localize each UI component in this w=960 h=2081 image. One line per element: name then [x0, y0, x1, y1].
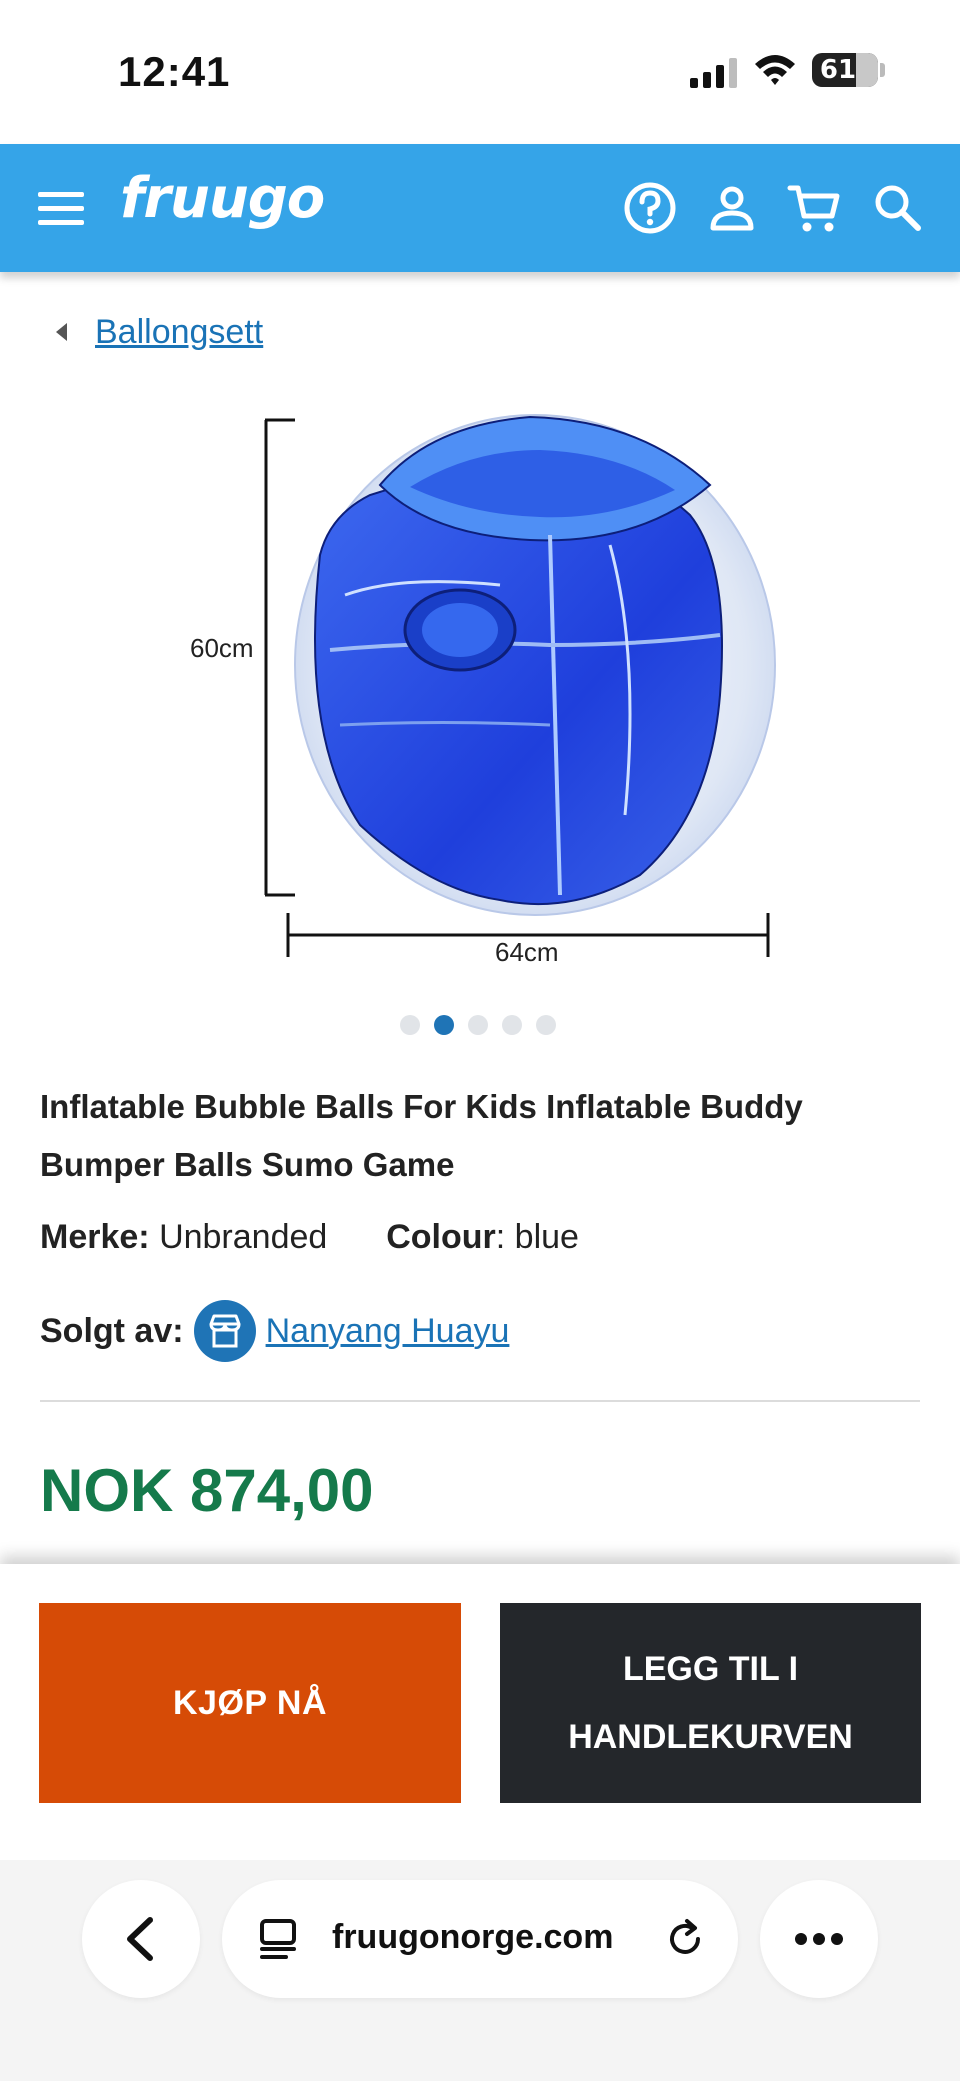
- carousel-dot[interactable]: [400, 1015, 420, 1035]
- more-icon: [795, 1933, 843, 1945]
- search-icon[interactable]: [870, 180, 926, 236]
- menu-icon[interactable]: [38, 188, 84, 228]
- colour-label: Colour: [386, 1218, 496, 1256]
- url-text[interactable]: fruugonorge.com: [332, 1918, 613, 1957]
- tab-overview-icon[interactable]: [256, 1916, 302, 1962]
- product-title: Inflatable Bubble Balls For Kids Inflata…: [40, 1088, 803, 1183]
- colour-value: blue: [514, 1218, 579, 1256]
- breadcrumb[interactable]: Ballongsett: [56, 310, 263, 354]
- carousel-dot[interactable]: [502, 1015, 522, 1035]
- help-icon[interactable]: [622, 180, 678, 236]
- page: 12:41 61 fruugo Ballongsett 60cm 64cm In…: [0, 0, 960, 2081]
- account-icon[interactable]: [704, 180, 760, 236]
- seller-label: Solgt av:: [40, 1311, 184, 1350]
- product-attributes: Merke: Unbranded Colour: blue: [40, 1218, 579, 1256]
- divider: [40, 1400, 920, 1402]
- status-bar: 12:41 61: [0, 0, 960, 144]
- signal-icon: [690, 58, 737, 88]
- carousel-dots[interactable]: [400, 1015, 556, 1035]
- brand-label: Merke:: [40, 1218, 150, 1256]
- carousel-dot[interactable]: [468, 1015, 488, 1035]
- seller-row: Solgt av: Nanyang Huayu: [40, 1300, 509, 1362]
- product-image[interactable]: 60cm 64cm: [170, 395, 790, 975]
- site-header: fruugo: [0, 144, 960, 272]
- add-to-cart-button[interactable]: LEGG TIL I HANDLEKURVEN: [500, 1603, 921, 1803]
- brand-value: Unbranded: [159, 1218, 328, 1256]
- buy-now-button[interactable]: KJØP NÅ: [39, 1603, 461, 1803]
- cart-icon[interactable]: [786, 180, 842, 236]
- address-bar[interactable]: fruugonorge.com: [222, 1880, 738, 1998]
- seller-link[interactable]: Nanyang Huayu: [266, 1312, 510, 1351]
- more-button[interactable]: [760, 1880, 878, 1998]
- height-dimension-label: 60cm: [190, 633, 254, 663]
- wifi-icon: [755, 55, 795, 85]
- browser-toolbar: fruugonorge.com: [0, 1860, 960, 2081]
- fruugo-logo[interactable]: fruugo: [120, 166, 325, 231]
- product-price: NOK 874,00: [40, 1457, 374, 1524]
- battery-level: 61: [819, 55, 857, 85]
- chevron-left-icon: [127, 1917, 153, 1961]
- caret-left-icon: [56, 323, 67, 341]
- browser-back-button[interactable]: [82, 1880, 200, 1998]
- carousel-dot-active[interactable]: [434, 1015, 454, 1035]
- carousel-dot[interactable]: [536, 1015, 556, 1035]
- battery-icon: 61: [812, 53, 878, 87]
- status-time: 12:41: [118, 48, 231, 95]
- width-dimension-label: 64cm: [495, 937, 559, 967]
- breadcrumb-link[interactable]: Ballongsett: [95, 313, 263, 352]
- reload-icon[interactable]: [662, 1916, 708, 1962]
- shop-icon[interactable]: [193, 1300, 256, 1362]
